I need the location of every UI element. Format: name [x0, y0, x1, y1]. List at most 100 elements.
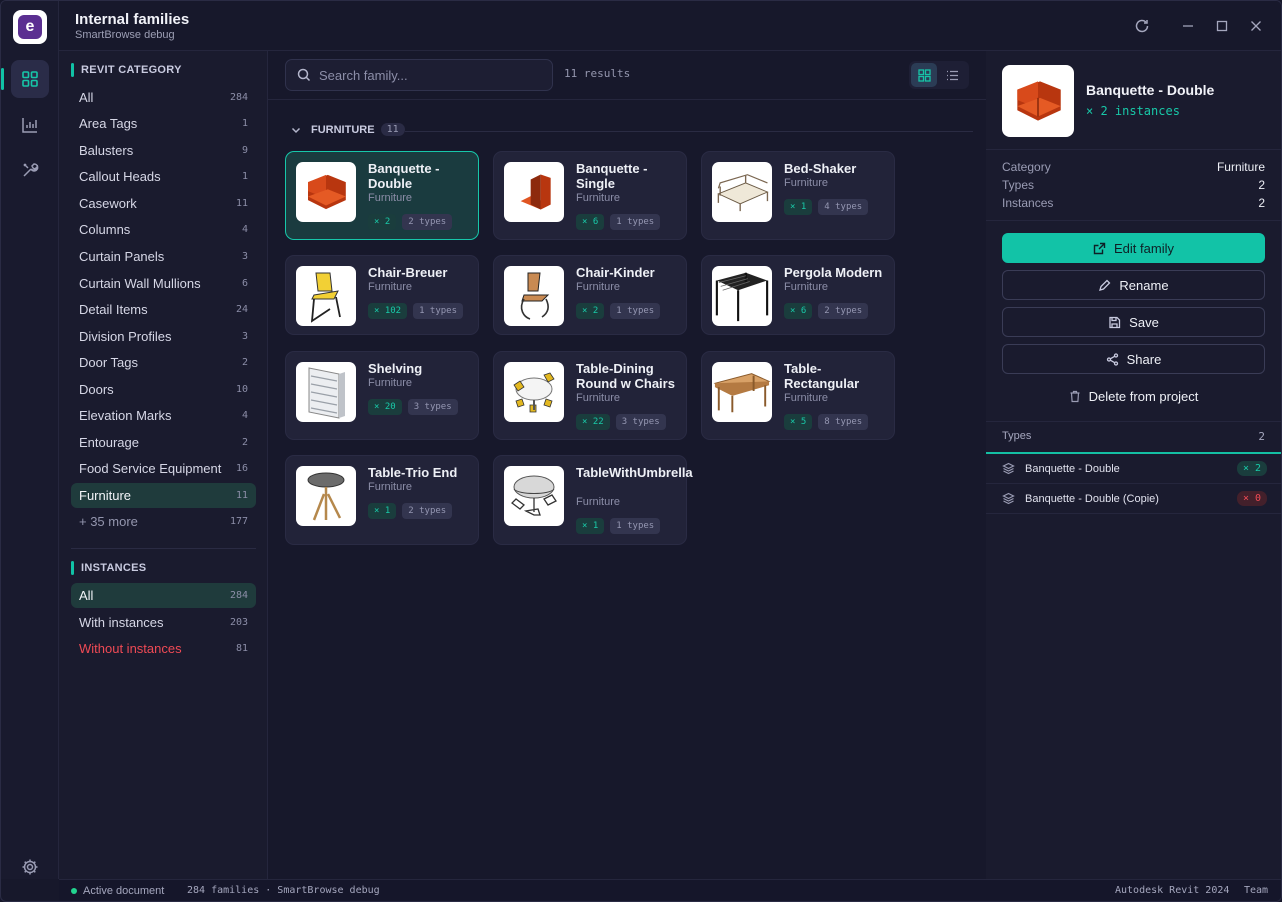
view-toggle	[909, 61, 969, 89]
sidebar-instance-filter[interactable]: All 284	[71, 583, 256, 608]
window-title: Internal families	[75, 11, 190, 28]
instance-badge: × 6	[784, 303, 813, 319]
family-category: Furniture	[368, 481, 413, 493]
sidebar-category-item[interactable]: Balusters 9	[71, 138, 256, 163]
family-badges: × 5 8 types	[784, 414, 869, 430]
minimize-icon	[1183, 25, 1193, 27]
family-badges: × 6 1 types	[576, 214, 661, 230]
types-badge: 2 types	[402, 214, 453, 230]
sidebar-category-item[interactable]: Entourage 2	[71, 430, 256, 455]
family-name: Banquette - Single	[576, 161, 648, 191]
family-thumbnail	[712, 362, 772, 422]
maximize-button[interactable]	[1211, 15, 1233, 37]
category-label: + 35 more	[79, 514, 138, 529]
grid-view-button[interactable]	[911, 63, 937, 87]
family-card[interactable]: Pergola Modern Furniture × 6 2 types	[701, 255, 895, 335]
category-count: 4	[241, 224, 248, 235]
types-badge: 1 types	[413, 303, 464, 319]
divider	[986, 220, 1281, 221]
minimize-button[interactable]	[1177, 15, 1199, 37]
sidebar-category-item[interactable]: All 284	[71, 85, 256, 110]
family-thumbnail	[296, 266, 356, 326]
category-label: Columns	[79, 222, 131, 237]
family-card[interactable]: TableWithUmbrella Furniture × 1 1 types	[493, 455, 693, 545]
instance-badge: × 1	[576, 518, 605, 534]
divider	[268, 99, 986, 100]
sidebar-category-item[interactable]: Door Tags 2	[71, 350, 256, 375]
chart-icon	[22, 118, 37, 133]
category-label: Callout Heads	[79, 169, 161, 184]
refresh-button[interactable]	[1131, 15, 1153, 37]
family-card[interactable]: Chair-Breuer Furniture × 102 1 types	[285, 255, 479, 335]
settings-button[interactable]	[11, 848, 49, 886]
type-count: × 0	[1236, 491, 1267, 506]
family-category: Furniture	[784, 392, 829, 404]
family-category: Furniture	[576, 496, 621, 508]
edit-family-button[interactable]: Edit family	[1002, 233, 1265, 263]
sidebar-category-item[interactable]: Detail Items 24	[71, 297, 256, 322]
sidebar-instance-filter[interactable]: With instances 203	[71, 610, 256, 635]
family-badges: × 2 1 types	[576, 303, 661, 319]
sidebar-category-item[interactable]: Division Profiles 3	[71, 324, 256, 349]
sidebar-category-item[interactable]: Casework 11	[71, 191, 256, 216]
prop-instances: Instances 2	[1002, 196, 1265, 210]
family-category: Furniture	[784, 281, 829, 293]
family-badges: × 1 1 types	[576, 518, 661, 534]
detail-panel: Banquette - Double × 2 instances Categor…	[986, 51, 1281, 879]
category-label: Balusters	[79, 143, 134, 158]
types-badge: 8 types	[818, 414, 869, 430]
stats-button[interactable]	[11, 106, 49, 144]
type-name: Banquette - Double (Copie)	[1025, 492, 1159, 505]
sidebar-category-item[interactable]: + 35 more 177	[71, 509, 256, 534]
instance-badge: × 22	[576, 414, 610, 430]
family-thumbnail	[504, 162, 564, 222]
instance-badge: × 102	[368, 303, 408, 319]
sidebar-category-item[interactable]: Area Tags 1	[71, 111, 256, 136]
family-name: Table-Trio End	[368, 465, 458, 480]
sidebar-category-item[interactable]: Doors 10	[71, 377, 256, 402]
sidebar-category-item[interactable]: Furniture 11	[71, 483, 256, 508]
family-card[interactable]: Banquette - Single Furniture × 6 1 types	[493, 151, 687, 240]
sidebar-category-item[interactable]: Columns 4	[71, 217, 256, 242]
search-box[interactable]	[285, 59, 553, 91]
category-label: Furniture	[79, 488, 132, 503]
rename-button[interactable]: Rename	[1002, 270, 1265, 300]
category-count: 1	[241, 171, 248, 182]
family-name: Banquette - Double	[1086, 82, 1215, 98]
app-window: e Internal families SmartBrowse debug RE…	[0, 0, 1282, 902]
instance-badge: × 1	[784, 199, 813, 215]
sidebar-category-item[interactable]: Curtain Wall Mullions 6	[71, 271, 256, 296]
family-card[interactable]: Table-Rectangular Furniture × 5 8 types	[701, 351, 895, 440]
sidebar-category-item[interactable]: Callout Heads 1	[71, 164, 256, 189]
family-badges: × 1 2 types	[368, 503, 453, 519]
category-count: 10	[235, 384, 248, 395]
type-row[interactable]: Banquette - Double × 2	[986, 454, 1281, 484]
sidebar-category-item[interactable]: Food Service Equipment 16	[71, 456, 256, 481]
save-button[interactable]: Save	[1002, 307, 1265, 337]
search-input[interactable]	[319, 67, 539, 83]
tools-button[interactable]	[11, 151, 49, 189]
sidebar-category-item[interactable]: Elevation Marks 4	[71, 403, 256, 428]
types-badge: 3 types	[615, 414, 666, 430]
category-label: All	[79, 90, 94, 105]
types-badge: 1 types	[610, 303, 661, 319]
list-view-button[interactable]	[939, 63, 965, 87]
divider	[986, 149, 1281, 150]
browse-grid-button[interactable]	[1, 60, 49, 98]
family-card[interactable]: Table-Trio End Furniture × 1 2 types	[285, 455, 479, 545]
sidebar-instance-filter[interactable]: Without instances 81	[71, 636, 256, 661]
sidebar-category-item[interactable]: Curtain Panels 3	[71, 244, 256, 269]
family-card[interactable]: Table-Dining Round w Chairs Furniture × 22…	[493, 351, 687, 440]
family-card[interactable]: Chair-Kinder Furniture × 2 1 types	[493, 255, 687, 335]
family-card[interactable]: Shelving Furniture × 20 3 types	[285, 351, 479, 440]
family-category: Furniture	[576, 281, 621, 293]
family-card[interactable]: Banquette - Double Furniture × 2 2 types	[285, 151, 479, 240]
gear-icon	[22, 859, 38, 875]
close-button[interactable]	[1245, 15, 1267, 37]
group-header[interactable]: FURNITURE 11	[290, 123, 405, 136]
share-button[interactable]: Share	[1002, 344, 1265, 374]
type-row[interactable]: Banquette - Double (Copie) × 0	[986, 484, 1281, 514]
category-count: 3	[241, 331, 248, 342]
family-card[interactable]: Bed-Shaker Furniture × 1 4 types	[701, 151, 895, 240]
delete-button[interactable]: Delete from project	[1002, 381, 1265, 411]
